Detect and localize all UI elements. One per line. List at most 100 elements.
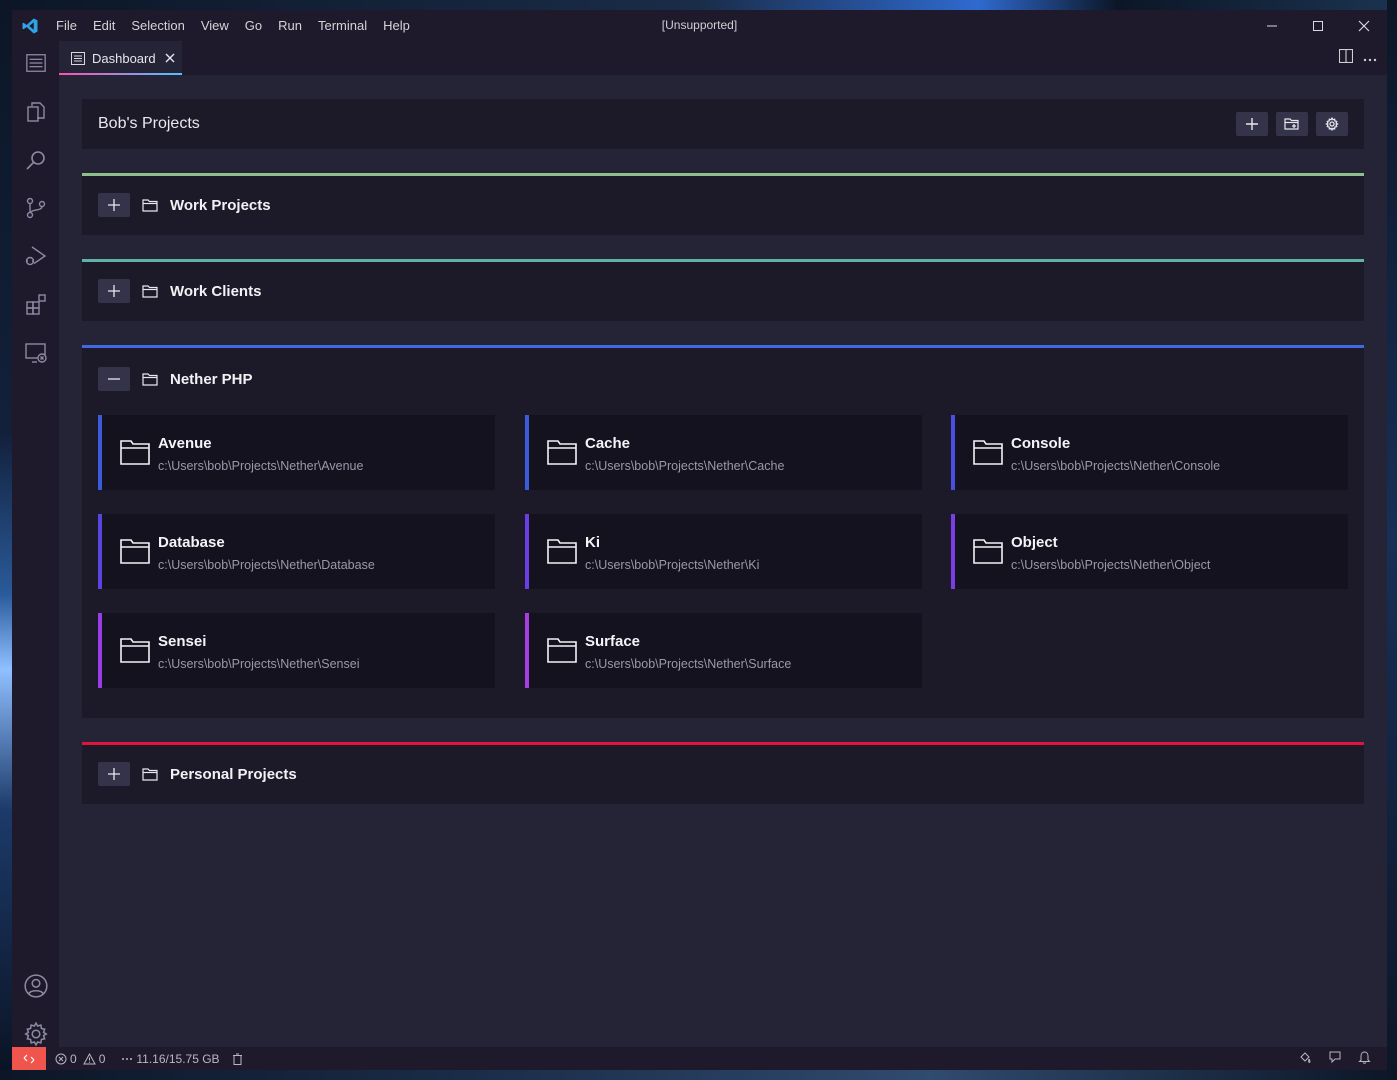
project-path: c:\Users\bob\Projects\Nether\Ki — [585, 558, 760, 572]
project-card[interactable]: Ki c:\Users\bob\Projects\Nether\Ki — [525, 514, 922, 589]
group-color-bar — [82, 259, 1364, 262]
source-control-icon[interactable] — [12, 184, 59, 232]
group-title[interactable]: Nether PHP — [170, 371, 253, 388]
group-title[interactable]: Work Projects — [170, 197, 271, 214]
project-card[interactable]: Database c:\Users\bob\Projects\Nether\Da… — [98, 514, 495, 589]
folder-add-icon — [1284, 118, 1299, 130]
split-editor-icon[interactable] — [1338, 48, 1354, 68]
project-card[interactable]: Cache c:\Users\bob\Projects\Nether\Cache — [525, 415, 922, 490]
project-path: c:\Users\bob\Projects\Nether\Object — [1011, 558, 1211, 572]
project-card[interactable]: Surface c:\Users\bob\Projects\Nether\Sur… — [525, 613, 922, 688]
run-debug-icon[interactable] — [12, 232, 59, 280]
folder-icon — [120, 538, 150, 569]
vscode-window: File Edit Selection View Go Run Terminal… — [12, 10, 1387, 1070]
dashboard-editor: Bob's Projects Work Projects Work Client… — [59, 75, 1387, 1047]
remote-icon — [23, 1054, 35, 1063]
group-header: Personal Projects — [98, 762, 297, 786]
menu-file[interactable]: File — [48, 10, 85, 41]
project-card[interactable]: Avenue c:\Users\bob\Projects\Nether\Aven… — [98, 415, 495, 490]
dashboard-header: Bob's Projects — [82, 99, 1364, 149]
trash-icon[interactable] — [232, 1053, 243, 1065]
group-title[interactable]: Personal Projects — [170, 766, 297, 783]
ellipsis-icon — [122, 1057, 133, 1060]
error-count: 0 — [70, 1051, 77, 1066]
tab-close-icon[interactable] — [165, 50, 175, 67]
project-name: Cache — [585, 435, 631, 452]
expand-group-button[interactable] — [98, 279, 130, 303]
extensions-icon[interactable] — [12, 280, 59, 328]
header-actions — [1236, 112, 1348, 136]
close-window-button[interactable] — [1341, 10, 1387, 41]
minimize-icon — [1267, 25, 1277, 26]
account-icon[interactable] — [12, 962, 59, 1010]
close-icon — [1358, 20, 1370, 31]
group-header: Work Clients — [98, 279, 261, 303]
expand-group-button[interactable] — [98, 193, 130, 217]
feedback-icon[interactable] — [1328, 1050, 1342, 1067]
activity-bar — [12, 41, 59, 1047]
group-header: Nether PHP — [98, 367, 253, 391]
add-project-button[interactable] — [1236, 112, 1268, 136]
menu-bar: File Edit Selection View Go Run Terminal… — [48, 10, 418, 41]
plus-icon — [108, 285, 120, 297]
expand-group-button[interactable] — [98, 762, 130, 786]
problems-indicator[interactable]: 0 0 — [55, 1052, 105, 1066]
group-color-bar — [82, 742, 1364, 745]
remote-explorer-icon[interactable] — [12, 329, 59, 377]
explorer-icon[interactable] — [12, 88, 59, 136]
more-actions-icon[interactable] — [1363, 49, 1377, 67]
group-color-bar — [82, 173, 1364, 176]
status-right-items — [1298, 1047, 1371, 1070]
plus-icon — [1246, 118, 1258, 130]
folder-icon — [142, 767, 158, 781]
dashboard-title: Bob's Projects — [98, 115, 200, 132]
folder-icon — [547, 637, 577, 668]
maximize-button[interactable] — [1295, 10, 1341, 41]
remote-indicator-button[interactable] — [12, 1047, 46, 1070]
menu-edit[interactable]: Edit — [85, 10, 123, 41]
menu-selection[interactable]: Selection — [123, 10, 192, 41]
minimize-button[interactable] — [1249, 10, 1295, 41]
paint-bucket-icon[interactable] — [1298, 1050, 1312, 1067]
plus-icon — [108, 768, 120, 780]
project-name: Console — [1011, 435, 1071, 452]
menu-view[interactable]: View — [193, 10, 237, 41]
group-title[interactable]: Work Clients — [170, 283, 261, 300]
dashboard-icon[interactable] — [12, 39, 59, 87]
notifications-bell-icon[interactable] — [1358, 1050, 1371, 1067]
dashboard-settings-button[interactable] — [1316, 112, 1348, 136]
folder-icon — [142, 284, 158, 298]
project-card[interactable]: Console c:\Users\bob\Projects\Nether\Con… — [951, 415, 1348, 490]
menu-terminal[interactable]: Terminal — [310, 10, 375, 41]
warning-icon — [82, 1052, 96, 1064]
search-icon[interactable] — [12, 136, 59, 184]
desktop-background — [1387, 0, 1397, 1080]
folder-icon — [142, 198, 158, 212]
project-name: Avenue — [158, 435, 212, 452]
menu-go[interactable]: Go — [237, 10, 270, 41]
folder-icon — [973, 538, 1003, 569]
status-bar: 0 0 11.16/15.75 GB — [12, 1047, 1387, 1070]
warning-count: 0 — [98, 1051, 106, 1066]
title-bar: File Edit Selection View Go Run Terminal… — [12, 10, 1387, 41]
memory-indicator[interactable]: 11.16/15.75 GB — [121, 1052, 220, 1066]
collapse-group-button[interactable] — [98, 367, 130, 391]
tab-dashboard[interactable]: Dashboard — [59, 41, 182, 75]
project-name: Sensei — [158, 633, 207, 650]
project-card[interactable]: Object c:\Users\bob\Projects\Nether\Obje… — [951, 514, 1348, 589]
window-controls — [1249, 10, 1387, 41]
project-name: Database — [158, 534, 225, 551]
project-path: c:\Users\bob\Projects\Nether\Sensei — [158, 657, 360, 671]
minus-icon — [108, 378, 120, 380]
add-group-button[interactable] — [1276, 112, 1308, 136]
project-path: c:\Users\bob\Projects\Nether\Surface — [585, 657, 792, 671]
project-name: Surface — [585, 633, 641, 650]
dashboard-tab-icon — [71, 51, 85, 65]
project-group: Work Projects — [82, 173, 1364, 235]
project-card[interactable]: Sensei c:\Users\bob\Projects\Nether\Sens… — [98, 613, 495, 688]
folder-icon — [547, 439, 577, 470]
menu-run[interactable]: Run — [270, 10, 310, 41]
vscode-logo-icon — [12, 10, 48, 41]
menu-help[interactable]: Help — [375, 10, 418, 41]
project-path: c:\Users\bob\Projects\Nether\Avenue — [158, 459, 364, 473]
